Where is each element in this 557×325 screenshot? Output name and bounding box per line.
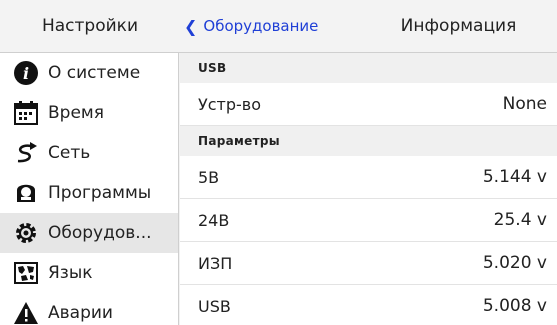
calendar-icon	[12, 99, 40, 127]
device-row: Устр-во None	[180, 83, 557, 126]
sidebar-item-label: Время	[48, 103, 104, 123]
row-value: 5.020 v	[482, 253, 547, 273]
section-header-params: Параметры	[180, 126, 557, 156]
sidebar-item-alarms[interactable]: Аварии	[0, 293, 178, 325]
sidebar-item-label: О системе	[48, 63, 141, 83]
back-button[interactable]: ❮ Оборудование	[184, 0, 318, 52]
sidebar-item-label: Аварии	[48, 303, 113, 323]
sidebar-item-label: Оборудов...	[48, 223, 152, 243]
sidebar-item-language[interactable]: Язык	[0, 253, 178, 293]
row-label: 24B	[198, 210, 230, 230]
info-icon: i	[12, 59, 40, 87]
sidebar: i О системе Время Сеть Программы Оборудо…	[0, 53, 179, 325]
param-row: 24B 25.4 v	[180, 199, 557, 242]
sidebar-item-network[interactable]: Сеть	[0, 133, 178, 173]
settings-title: Настройки	[41, 16, 138, 36]
apps-icon	[12, 179, 40, 207]
sidebar-item-hardware[interactable]: Оборудов...	[0, 213, 178, 253]
sidebar-item-programs[interactable]: Программы	[0, 173, 178, 213]
row-value: None	[502, 94, 547, 114]
chevron-left-icon: ❮	[184, 16, 198, 36]
row-value: 25.4 v	[493, 210, 547, 230]
row-label: USB	[198, 296, 231, 316]
param-row: USB 5.008 v	[180, 285, 557, 325]
sidebar-item-label: Сеть	[48, 143, 91, 163]
sidebar-item-label: Язык	[48, 263, 93, 283]
page-title: Информация	[400, 16, 517, 36]
row-label: ИЗП	[198, 253, 233, 273]
param-row: 5B 5.144 v	[180, 156, 557, 199]
row-value: 5.144 v	[482, 167, 547, 187]
sidebar-item-time[interactable]: Время	[0, 93, 178, 133]
row-label: 5B	[198, 167, 220, 187]
network-icon	[12, 139, 40, 167]
sidebar-item-label: Программы	[48, 183, 152, 203]
top-bar: Настройки ❮ Оборудование Информация	[0, 0, 557, 53]
section-header-usb: USB	[180, 53, 557, 83]
svg-text:i: i	[23, 64, 29, 83]
map-icon	[12, 259, 40, 287]
row-label: Устр-во	[198, 94, 262, 114]
warning-icon	[12, 299, 40, 325]
row-value: 5.008 v	[482, 296, 547, 316]
back-label: Оборудование	[203, 17, 319, 35]
info-panel: USB Устр-во None Параметры 5B 5.144 v 24…	[180, 53, 557, 325]
gear-icon	[12, 219, 40, 247]
param-row: ИЗП 5.020 v	[180, 242, 557, 285]
sidebar-item-about[interactable]: i О системе	[0, 53, 178, 93]
